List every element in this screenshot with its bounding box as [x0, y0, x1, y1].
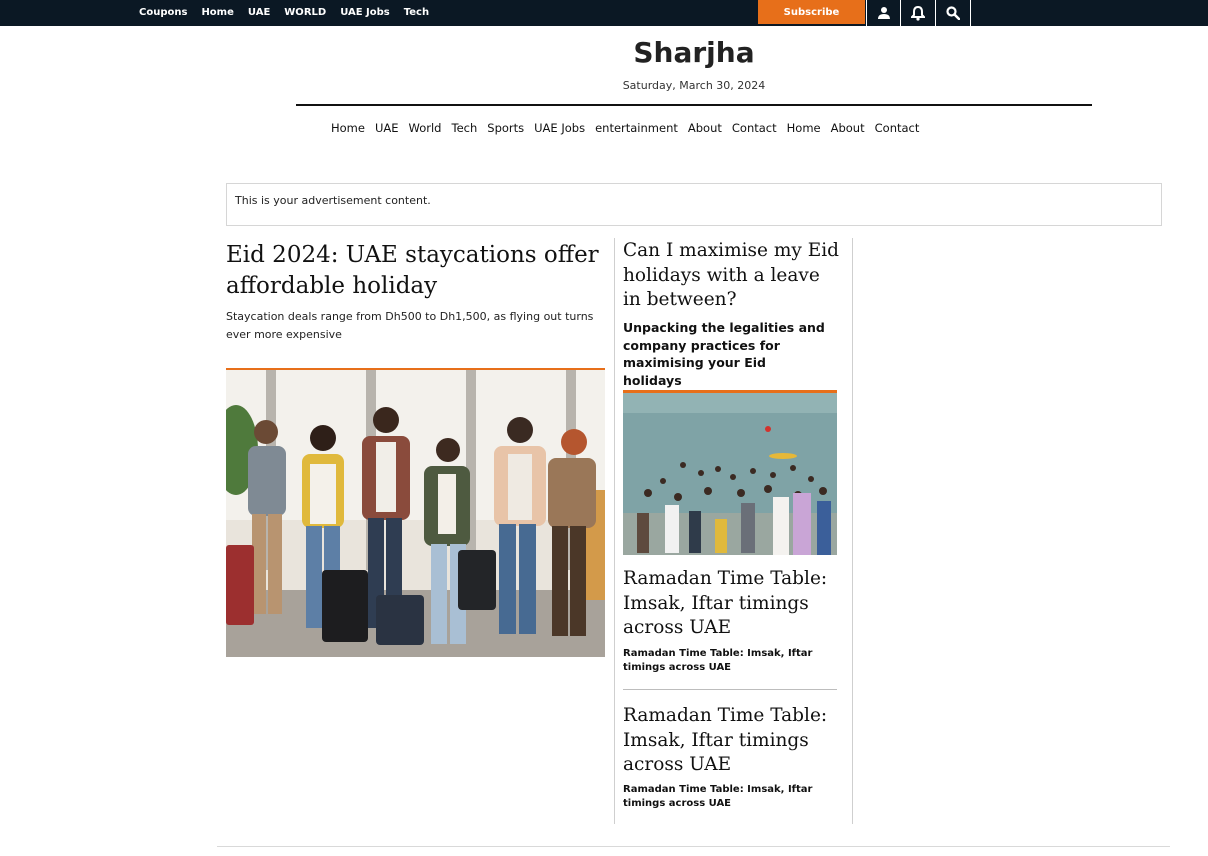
search-button[interactable] [935, 0, 971, 26]
top-nav-coupons[interactable]: Coupons [139, 7, 187, 18]
header-divider [296, 104, 1092, 106]
side-article-2-summary: Ramadan Time Table: Imsak, Iftar timings… [623, 648, 813, 673]
footer-divider [217, 846, 1170, 847]
nav-about[interactable]: About [688, 121, 722, 135]
side-article-separator [623, 689, 837, 690]
nav-home[interactable]: Home [331, 121, 365, 135]
staycation-photo [226, 370, 605, 657]
beach-photo [623, 393, 837, 555]
side-article-1-image[interactable] [623, 390, 837, 555]
top-nav-uae[interactable]: UAE [248, 7, 270, 18]
lead-article-title[interactable]: Eid 2024: UAE staycations offer affordab… [226, 240, 606, 302]
bell-icon [911, 5, 925, 21]
side-article-3-title[interactable]: Ramadan Time Table: Imsak, Iftar timings… [623, 704, 843, 778]
nav-contact[interactable]: Contact [732, 121, 777, 135]
advertisement-box: This is your advertisement content. [226, 183, 1162, 226]
top-nav-uae-jobs[interactable]: UAE Jobs [340, 7, 390, 18]
nav-uae-jobs[interactable]: UAE Jobs [534, 121, 585, 135]
side-article-1-summary: Unpacking the legalities and company pra… [623, 320, 825, 388]
lead-article-image[interactable] [226, 368, 605, 657]
main-nav: Home UAE World Tech Sports UAE Jobs ente… [331, 121, 919, 135]
notifications-button[interactable] [900, 0, 935, 26]
nav-contact-2[interactable]: Contact [875, 121, 920, 135]
nav-sports[interactable]: Sports [487, 121, 524, 135]
nav-entertainment[interactable]: entertainment [595, 121, 678, 135]
nav-tech[interactable]: Tech [452, 121, 478, 135]
advertisement-text: This is your advertisement content. [235, 194, 431, 207]
account-button[interactable] [866, 0, 901, 26]
nav-about-2[interactable]: About [831, 121, 865, 135]
site-title[interactable]: Sharjha [0, 36, 1208, 69]
nav-home-2[interactable]: Home [787, 121, 821, 135]
user-icon [878, 7, 890, 19]
top-nav: Coupons Home UAE WORLD UAE Jobs Tech [139, 7, 429, 18]
top-nav-home[interactable]: Home [201, 7, 233, 18]
lead-article-summary: Staycation deals range from Dh500 to Dh1… [226, 310, 594, 341]
side-article-1-title[interactable]: Can I maximise my Eid holidays with a le… [623, 239, 843, 313]
top-nav-world[interactable]: WORLD [284, 7, 326, 18]
side-article-2-title[interactable]: Ramadan Time Table: Imsak, Iftar timings… [623, 567, 833, 641]
column-divider-right [852, 238, 853, 824]
column-divider-left [614, 238, 615, 824]
top-bar: Coupons Home UAE WORLD UAE Jobs Tech Sub… [0, 0, 1208, 26]
side-article-3-summary: Ramadan Time Table: Imsak, Iftar timings… [623, 784, 813, 809]
nav-uae[interactable]: UAE [375, 121, 399, 135]
top-nav-tech[interactable]: Tech [404, 7, 429, 18]
subscribe-button[interactable]: Subscribe [758, 0, 865, 24]
nav-world[interactable]: World [409, 121, 442, 135]
site-date: Saturday, March 30, 2024 [622, 79, 766, 92]
search-icon [946, 6, 960, 20]
